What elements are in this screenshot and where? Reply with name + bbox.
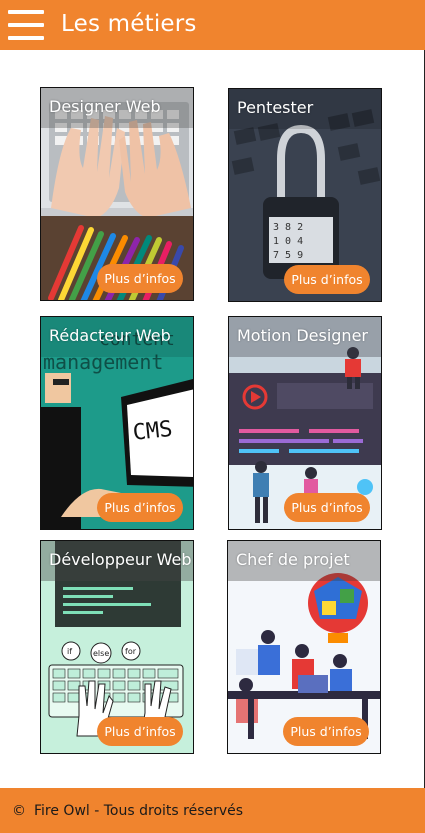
more-info-button[interactable]: Plus d’infos: [284, 493, 370, 522]
image-text-cms: CMS: [132, 417, 174, 446]
card-title: Designer Web: [49, 97, 161, 116]
app-bar: Les métiers: [0, 0, 425, 50]
svg-text:1 0 4: 1 0 4: [273, 236, 303, 247]
svg-text:7 5 9: 7 5 9: [273, 250, 303, 261]
more-info-button[interactable]: Plus d’infos: [283, 717, 369, 746]
card-caption: Développeur Web: [41, 541, 193, 581]
card-redacteur-web[interactable]: content management CMS Rédacteur Web Plu…: [40, 316, 194, 530]
hamburger-menu-icon[interactable]: [8, 10, 44, 40]
svg-text:3 8 2: 3 8 2: [273, 222, 303, 233]
card-motion-designer[interactable]: Motion Designer Plus d’infos: [228, 316, 382, 530]
more-info-button[interactable]: Plus d’infos: [97, 717, 183, 746]
card-pentester[interactable]: 3 8 2 1 0 4 7 5 9 Pentester Plus d’infos: [228, 88, 382, 302]
image-text-if: if: [67, 647, 72, 656]
card-caption: Pentester: [229, 89, 381, 129]
card-title: Motion Designer: [237, 326, 368, 345]
card-title: Chef de projet: [236, 550, 350, 569]
footer-text: Fire Owl - Tous droits réservés: [34, 802, 244, 819]
more-info-button[interactable]: Plus d’infos: [97, 264, 183, 293]
more-info-button[interactable]: Plus d’infos: [284, 265, 370, 294]
copyright-icon: ©: [12, 802, 26, 819]
card-caption: Motion Designer: [229, 317, 381, 357]
card-title: Rédacteur Web: [49, 326, 171, 345]
card-caption: Rédacteur Web: [41, 317, 193, 357]
card-caption: Designer Web: [41, 88, 193, 128]
image-text-else: else: [93, 649, 109, 658]
footer: © Fire Owl - Tous droits réservés: [0, 788, 425, 833]
card-caption: Chef de projet: [228, 541, 380, 581]
page-title: Les métiers: [61, 11, 197, 37]
card-designer-web[interactable]: Designer Web Plus d’infos: [40, 87, 194, 301]
card-title: Développeur Web: [49, 550, 192, 569]
image-text-for: for: [125, 647, 137, 656]
card-developpeur-web[interactable]: if else for Développeur Web Plus d’infos: [40, 540, 194, 754]
card-title: Pentester: [237, 98, 314, 117]
card-chef-de-projet[interactable]: Chef de projet Plus d’infos: [227, 540, 381, 754]
more-info-button[interactable]: Plus d’infos: [97, 493, 183, 522]
